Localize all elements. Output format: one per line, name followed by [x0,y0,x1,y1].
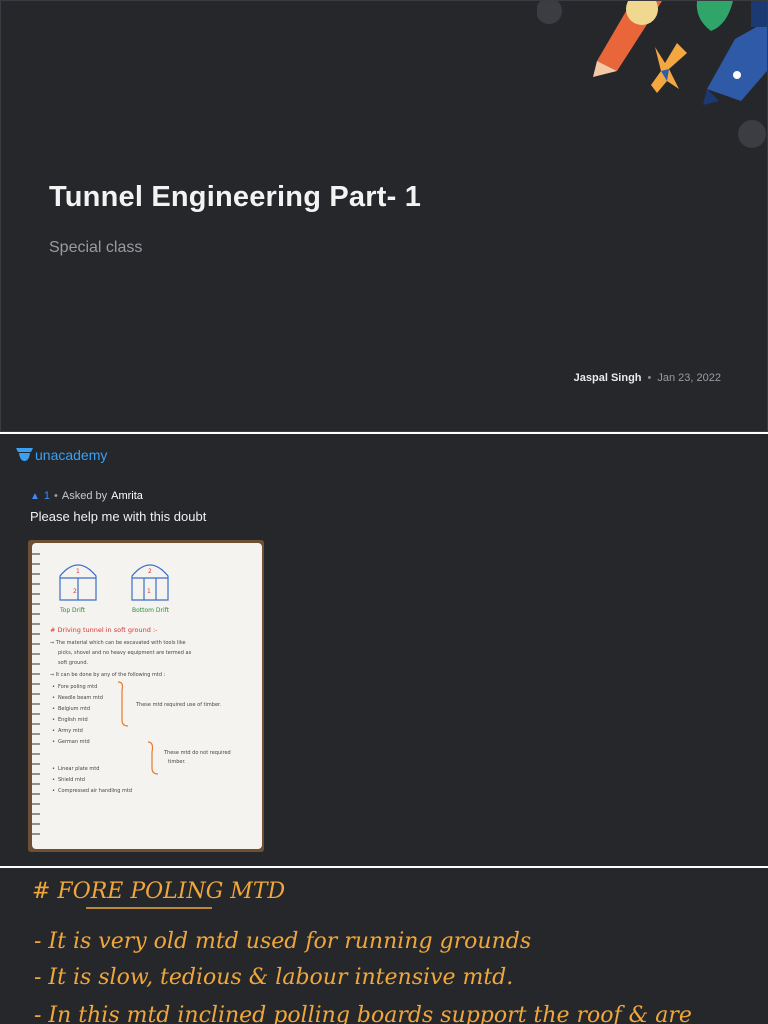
slide-title: Tunnel Engineering Part- 1 [49,181,422,213]
method-bullet: • [52,739,55,745]
method-bullet: • [52,695,55,701]
note-line: timber. [168,759,186,765]
publish-date: Jan 23, 2022 [657,372,721,384]
note-line: picks, shovel and no heavy equipment are… [58,650,192,656]
title-slide: Tunnel Engineering Part- 1 Special class… [0,0,768,432]
decor-dot [733,71,741,79]
unacademy-logo-icon [16,448,33,461]
notes-line: - It is very old mtd used for running gr… [34,929,531,954]
decor-circle [537,1,562,24]
doubt-slide: unacademy ▲ 1 • Asked by Amrita Please h… [0,434,768,866]
method-item: Belgium mtd [58,706,90,712]
brand-name: unacademy [35,447,108,463]
notebook-page: 1 2 2 1 Top Drift Bottom Drift # Driving… [28,540,264,852]
pen-nib-shape [707,21,767,101]
asker-name: Amrita [111,490,143,502]
doubt-photo: 1 2 2 1 Top Drift Bottom Drift # Driving… [28,540,264,852]
byline: Jaspal Singh • Jan 23, 2022 [574,372,721,384]
svg-text:2: 2 [73,588,77,595]
method-bullet: • [52,684,55,690]
note-line: ⇒ It can be done by any of the following… [50,672,166,678]
slide-subtitle: Special class [49,239,143,256]
method-item: Army mtd [58,728,83,734]
method-item: German mtd [58,739,90,745]
note-heading: # Driving tunnel in soft ground :- [50,626,158,634]
question-text: Please help me with this doubt [30,509,207,524]
svg-text:1: 1 [76,568,80,575]
method-bullet: • [52,728,55,734]
method-bullet: • [52,777,55,783]
svg-text:2: 2 [148,568,152,575]
byline-separator: • [647,372,652,384]
author-name: Jaspal Singh [573,372,642,384]
method-item: English mtd [58,717,88,723]
question-meta: ▲ 1 • Asked by Amrita [30,490,143,502]
sketch-label: Top Drift [59,607,86,614]
note-line: These mtd do not required [163,750,231,756]
notes-slide: # FORE POLING MTD - It is very old mtd u… [0,868,768,1024]
method-item: Shield mtd [58,777,85,783]
stationery-decoration [537,1,767,148]
bowtie-shape [651,43,687,93]
method-bullet: • [52,717,55,723]
upvote-icon[interactable]: ▲ [30,491,40,502]
note-line: These mtd required use of timber. [135,702,222,708]
leaf-shape [696,1,733,31]
meta-separator: • [54,490,58,502]
notes-heading: # FORE POLING MTD [32,879,286,904]
method-item: Fore poling mtd [58,684,97,690]
method-item: Linear plate mtd [58,766,99,772]
sketch-label: Bottom Drift [132,607,170,614]
decor-circle [738,120,766,148]
unacademy-logo: unacademy [16,447,107,463]
asked-by-label: Asked by [61,490,108,502]
pen-band [751,1,767,27]
method-bullet: • [52,766,55,772]
method-bullet: • [52,788,55,794]
note-line: soft ground. [58,660,89,666]
method-bullet: • [52,706,55,712]
svg-text:1: 1 [147,588,151,595]
note-line: ⇒ The material which can be excavated wi… [50,640,186,646]
method-item: Needle beam mtd [58,695,103,701]
method-item: Compressed air handling mtd [58,788,132,794]
notes-line: - In this mtd inclined polling boards su… [34,1003,692,1024]
notes-line: - It is slow, tedious & labour intensive… [34,965,513,990]
handwritten-notes: # FORE POLING MTD - It is very old mtd u… [32,879,692,1024]
upvote-count: 1 [43,490,51,502]
